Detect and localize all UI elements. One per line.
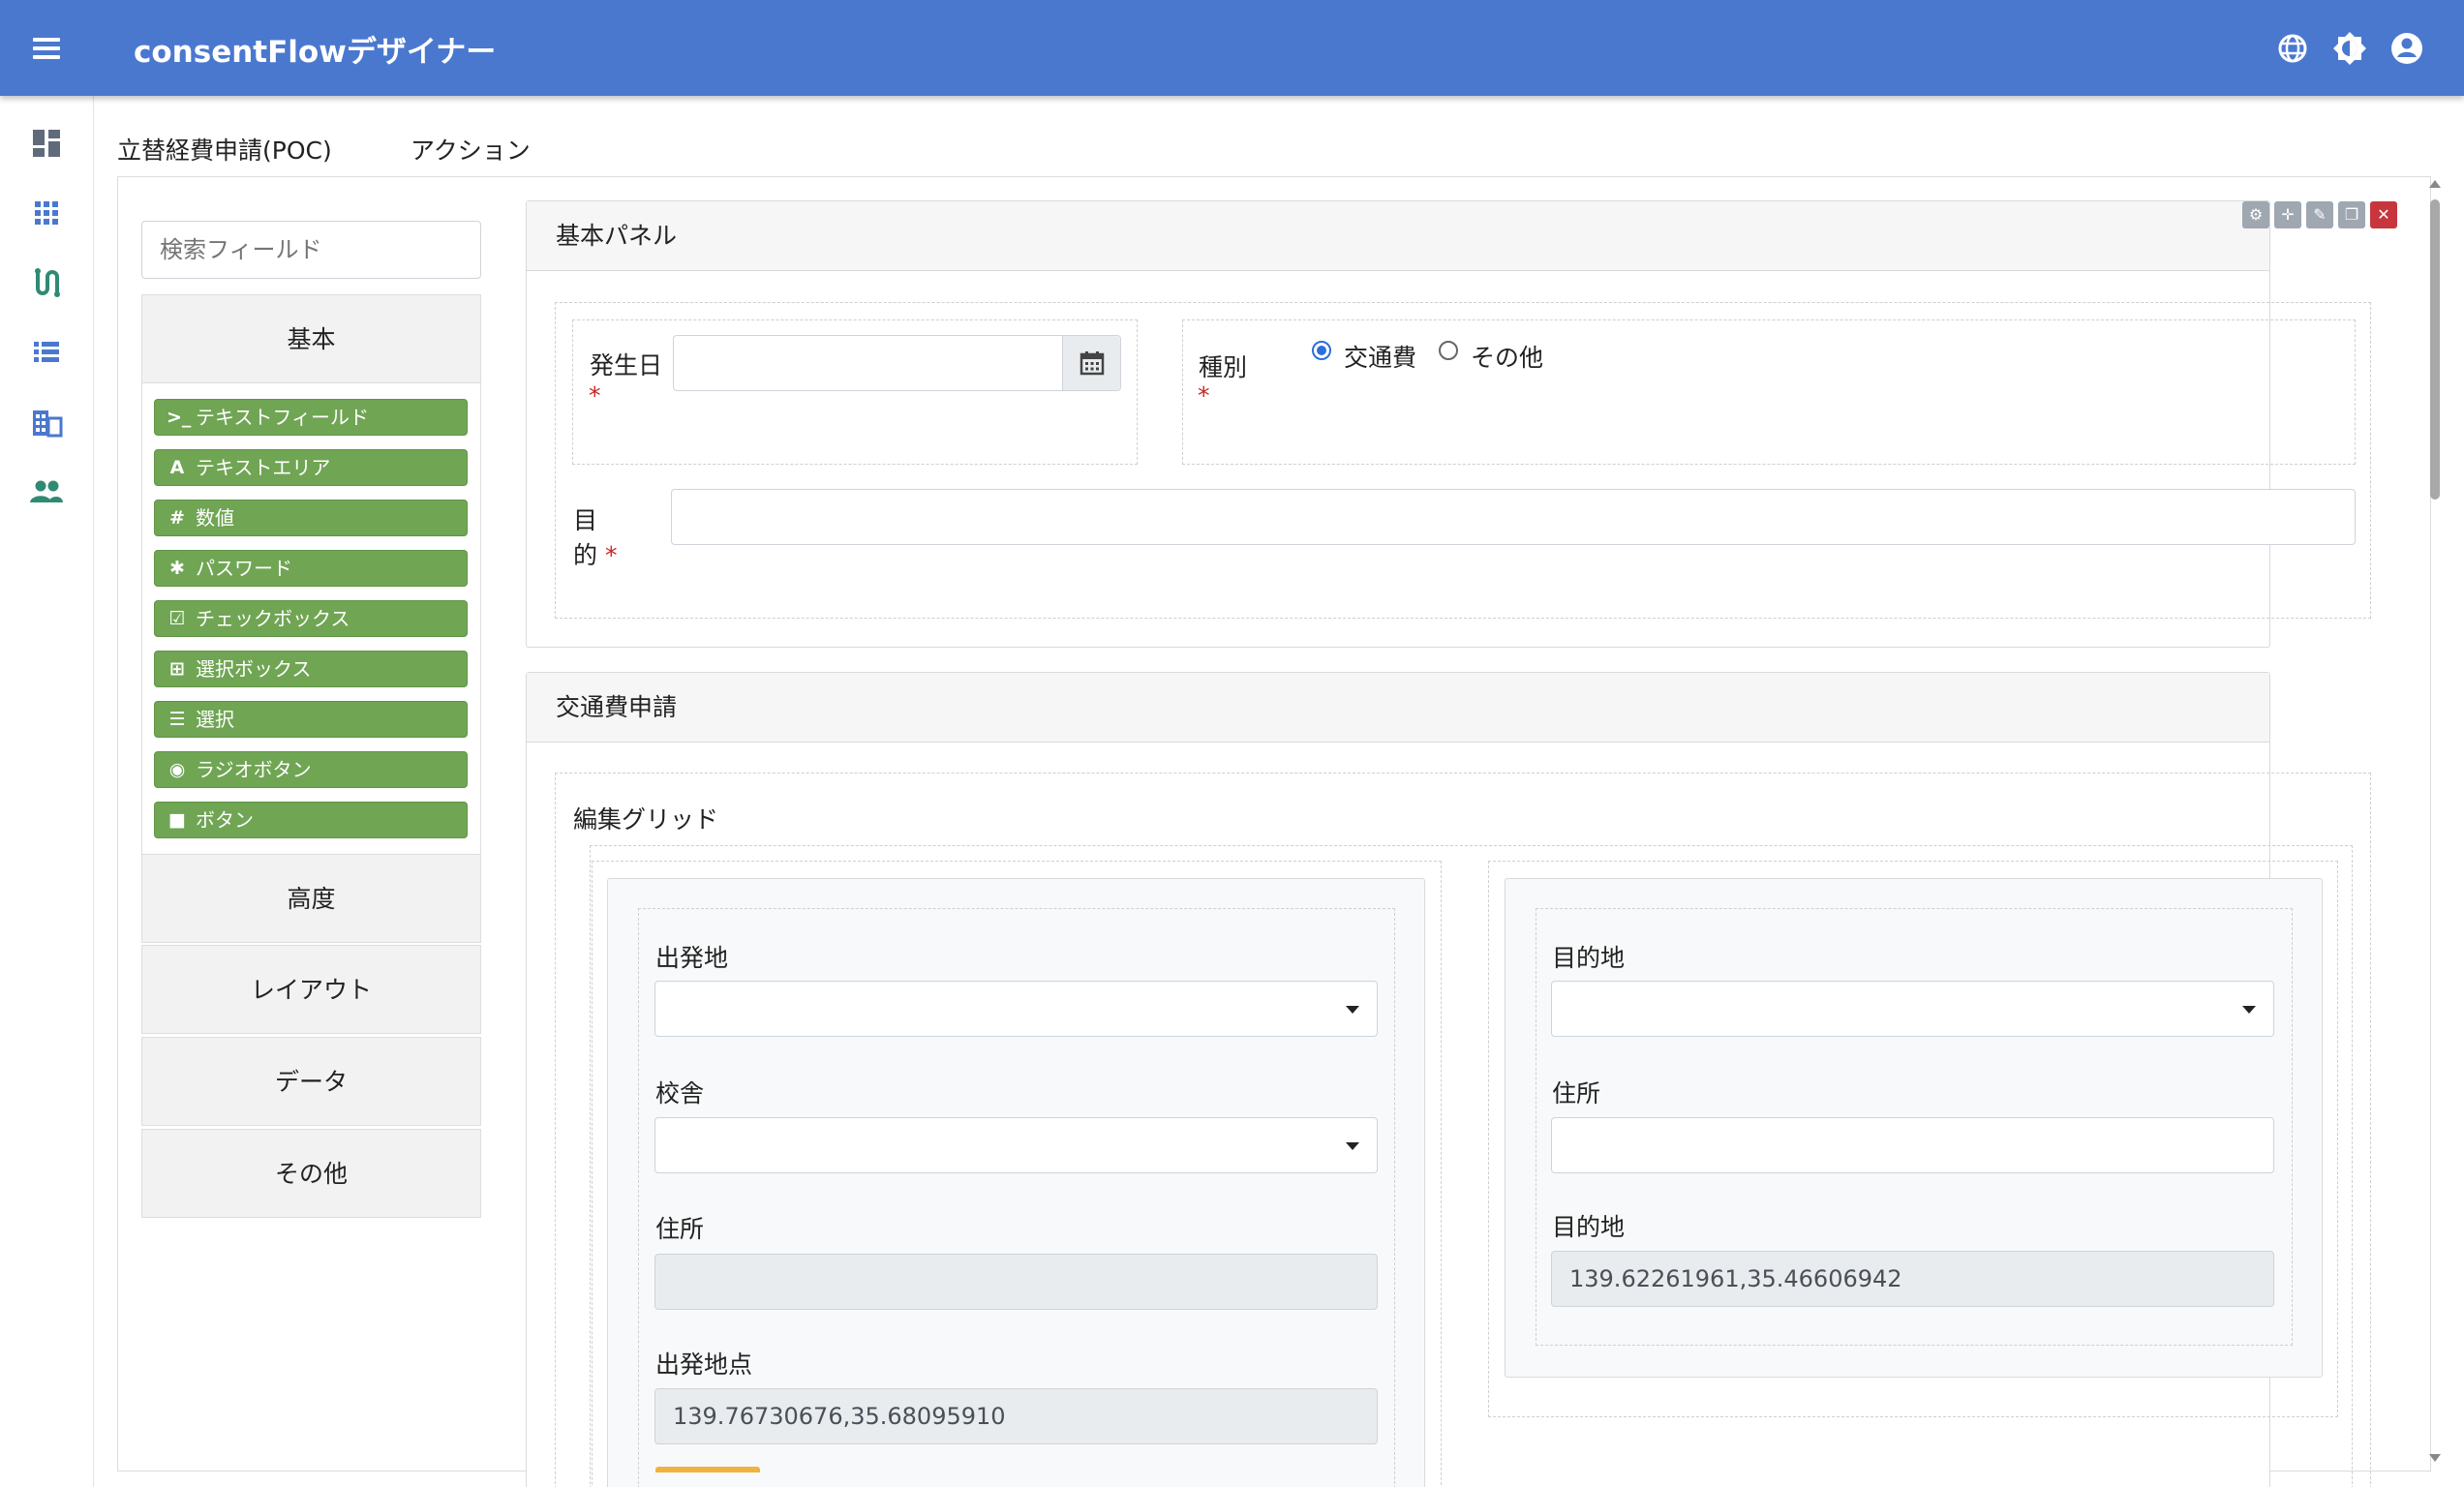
departure-address-label: 住所 [655,1215,705,1243]
date-input[interactable] [673,335,1121,391]
date-required-mark: * [589,381,601,410]
account-circle-icon[interactable] [2388,29,2426,68]
chevron-down-icon [2242,1006,2256,1014]
app-title: consentFlowデザイナー [134,35,497,70]
wrench-icon[interactable]: ✎ [2306,201,2333,228]
radio-other[interactable] [1439,341,1458,360]
scrollbar[interactable] [2425,176,2445,1472]
destination-select[interactable] [1551,981,2274,1037]
gear-icon[interactable]: ⚙ [2242,201,2269,228]
workflow-icon[interactable] [27,263,66,302]
calendar-button[interactable] [1062,336,1120,390]
date-label: 発生日 [590,351,663,379]
list-icon[interactable] [27,333,66,372]
group-layout[interactable]: レイアウト [141,945,481,1034]
component-text-area[interactable]: A テキストエリア [154,449,468,486]
scroll-down-icon[interactable] [2429,1454,2441,1462]
radio-transport-label[interactable]: 交通費 [1344,339,1416,374]
component-password[interactable]: ✱ パスワード [154,550,468,587]
departure-label: 出発地 [655,944,729,972]
transport-panel-title: 交通費申請 [527,673,2269,743]
component-number[interactable]: # 数値 [154,500,468,536]
radio-transport[interactable] [1312,341,1331,360]
nav-rail [0,96,94,1487]
partial-button[interactable] [655,1467,760,1472]
component-select-boxes[interactable]: ⊞ 選択ボックス [154,651,468,687]
edit-grid-title: 編集グリッド [573,805,719,834]
campus-select[interactable] [654,1117,1378,1173]
component-text-field[interactable]: >_ テキストフィールド [154,399,468,436]
group-basic[interactable]: 基本 [141,294,481,383]
calendar-icon [1080,351,1105,376]
asterisk-icon: ✱ [169,558,185,579]
plus-square-icon: ⊞ [169,658,185,680]
dot-circle-icon: ◉ [168,759,186,780]
apps-grid-icon[interactable] [27,194,66,232]
checkbox-icon: ☑ [168,608,186,629]
tab-form[interactable]: 立替経費申請(POC) [117,132,332,167]
component-select[interactable]: ☰ 選択 [154,701,468,738]
purpose-label-line1: 目 [573,506,598,534]
component-button[interactable]: ■ ボタン [154,802,468,838]
app-bar: consentFlowデザイナー [0,0,2464,96]
destination-address-input[interactable] [1551,1117,2274,1173]
theme-toggle-icon[interactable] [2330,29,2369,68]
building-icon[interactable] [27,403,66,441]
search-field-input[interactable] [141,221,481,279]
dashboard-icon[interactable] [27,124,66,163]
terminal-icon: >_ [167,407,192,428]
globe-icon[interactable] [2273,29,2312,68]
hash-icon: # [169,507,185,529]
campus-label: 校舎 [655,1079,705,1108]
copy-icon[interactable]: ❐ [2338,201,2365,228]
close-icon[interactable]: ✕ [2370,201,2397,228]
type-label: 種別 [1199,353,1248,381]
destination-point-label: 目的地 [1552,1213,1626,1241]
stop-icon: ■ [168,809,186,831]
destination-label: 目的地 [1552,944,1626,972]
menu-icon[interactable] [25,32,68,65]
group-data[interactable]: データ [141,1037,481,1126]
move-icon[interactable]: ✛ [2274,201,2301,228]
list-icon: ☰ [168,709,186,730]
basic-panel-title: 基本パネル [527,201,2269,271]
component-radio[interactable]: ◉ ラジオボタン [154,751,468,788]
scroll-thumb[interactable] [2430,199,2440,500]
scroll-up-icon[interactable] [2429,180,2441,188]
destination-address-label: 住所 [1552,1079,1601,1108]
chevron-down-icon [1346,1142,1359,1150]
departure-address-input [654,1254,1378,1310]
departure-select[interactable] [654,981,1378,1037]
group-other[interactable]: その他 [141,1129,481,1218]
group-advanced[interactable]: 高度 [141,854,481,943]
chevron-down-icon [1346,1006,1359,1014]
tab-actions[interactable]: アクション [411,132,531,167]
departure-point-input: 139.76730676,35.68095910 [654,1388,1378,1444]
users-icon[interactable] [27,472,66,511]
departure-point-label: 出発地点 [655,1350,753,1379]
type-required-mark: * [1198,381,1210,410]
radio-other-label[interactable]: その他 [1471,339,1543,374]
purpose-input[interactable] [671,489,2356,545]
purpose-label-line2: 的 * [573,541,618,569]
component-checkbox[interactable]: ☑ チェックボックス [154,600,468,637]
destination-point-input: 139.62261961,35.46606942 [1551,1251,2274,1307]
font-icon: A [169,457,185,478]
